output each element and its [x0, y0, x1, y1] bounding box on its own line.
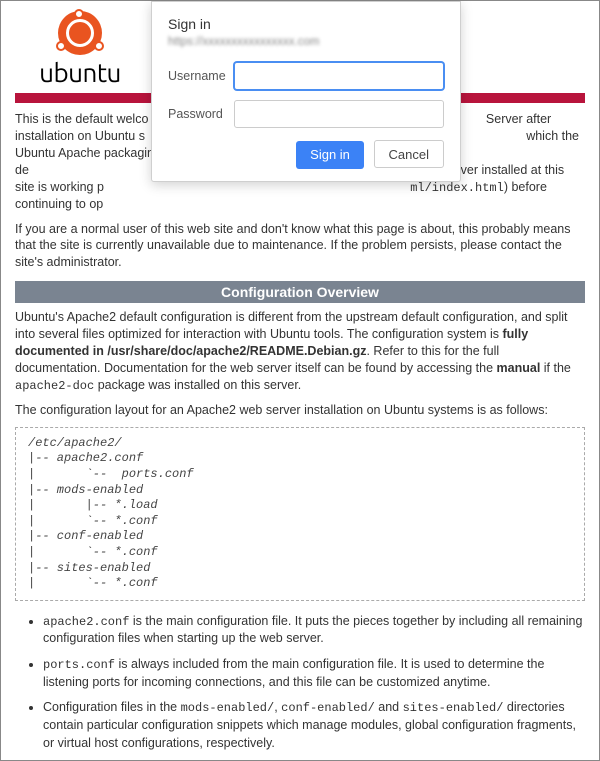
page-root: ubuntu e This is the default welcoxxxxxx… — [0, 0, 600, 761]
config-paragraph-1: Ubuntu's Apache2 default configuration i… — [15, 309, 585, 394]
list-item: ports.conf is always included from the m… — [43, 656, 585, 691]
config-paragraph-2: The configuration layout for an Apache2 … — [15, 402, 585, 419]
username-label: Username — [168, 69, 234, 83]
username-input[interactable] — [234, 62, 444, 90]
list-item: apache2.conf is the main configuration f… — [43, 613, 585, 648]
dialog-title: Sign in — [168, 16, 444, 32]
ubuntu-wordmark: ubuntu — [15, 58, 145, 87]
password-input[interactable] — [234, 100, 444, 128]
config-tree: /etc/apache2/ |-- apache2.conf | `-- por… — [15, 427, 585, 601]
cancel-button[interactable]: Cancel — [374, 140, 444, 168]
intro-paragraph-2: If you are a normal user of this web sit… — [15, 221, 585, 272]
ubuntu-logo-block: ubuntu — [15, 11, 145, 87]
list-item: Configuration files in the mods-enabled/… — [43, 699, 585, 752]
ubuntu-logo-icon — [58, 11, 102, 55]
section-title-config: Configuration Overview — [15, 281, 585, 303]
password-label: Password — [168, 107, 234, 121]
signin-dialog: Sign in https://xxxxxxxxxxxxxxxx.com Use… — [151, 1, 461, 182]
config-bullet-list: apache2.conf is the main configuration f… — [43, 613, 585, 761]
dialog-host: https://xxxxxxxxxxxxxxxx.com — [168, 36, 444, 48]
signin-button[interactable]: Sign in — [296, 141, 364, 169]
